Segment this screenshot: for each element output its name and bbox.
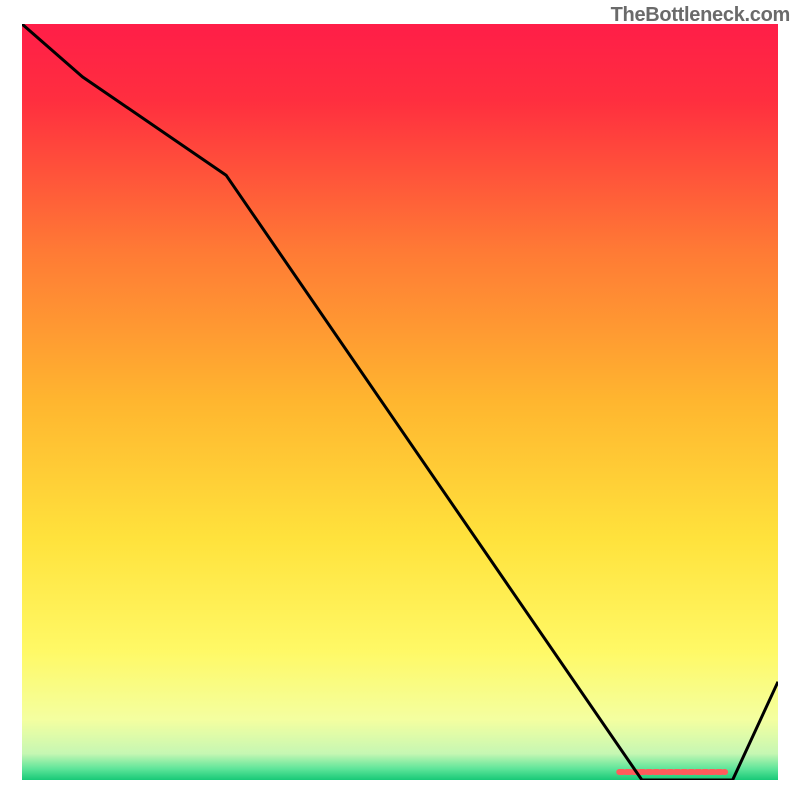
chart-container (22, 24, 778, 780)
chart-background (22, 24, 778, 780)
bottleneck-chart (22, 24, 778, 780)
